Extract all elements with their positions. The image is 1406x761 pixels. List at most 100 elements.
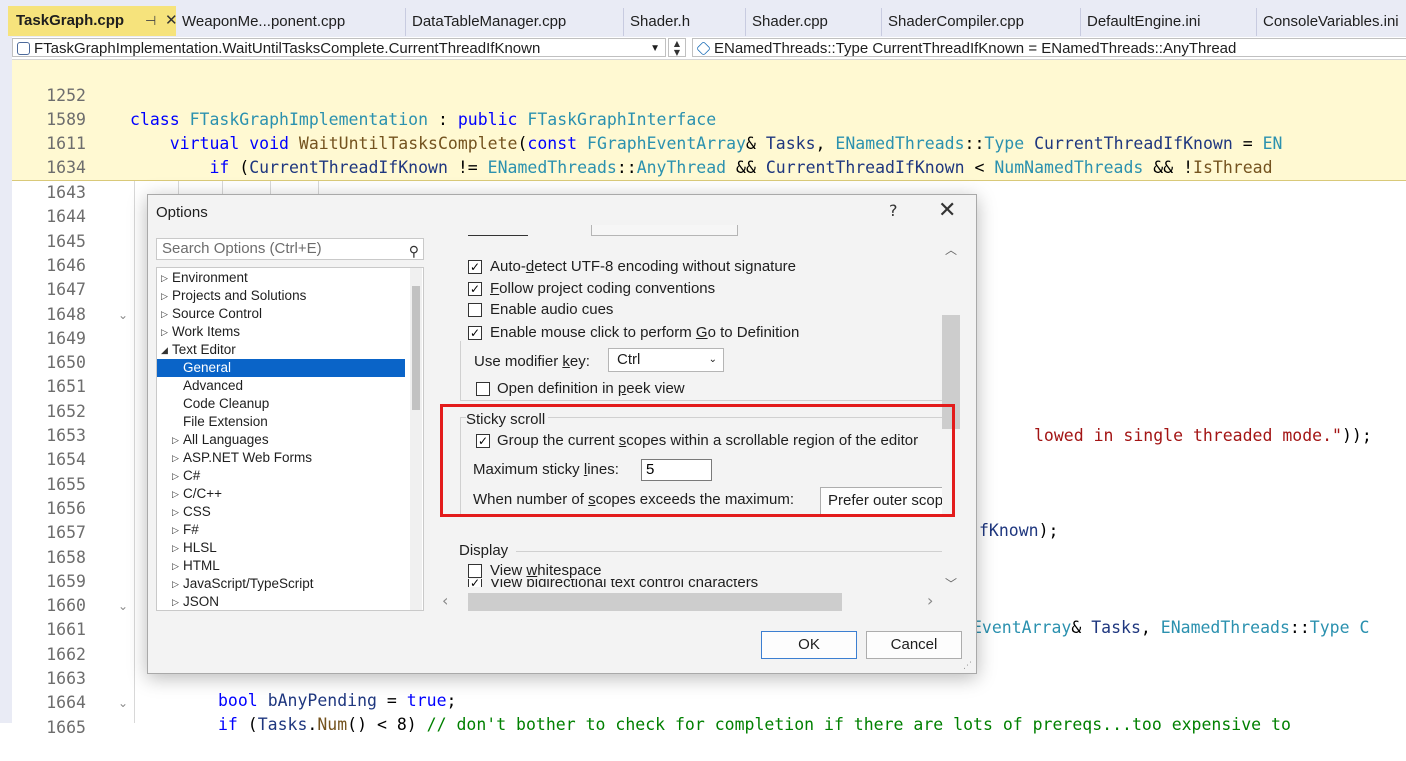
member-dropdown[interactable]: ENamedThreads::Type CurrentThreadIfKnown… bbox=[692, 38, 1406, 57]
line-number: 1649 bbox=[46, 328, 86, 348]
modifier-key-select[interactable]: Ctrl ⌄ bbox=[608, 348, 724, 372]
tree-item-label: Work Items bbox=[172, 324, 241, 339]
display-section-title: Display bbox=[459, 542, 509, 559]
collapsed-arrow-icon[interactable]: ▷ bbox=[172, 449, 179, 467]
checkbox-mouse-click-goto[interactable]: ✓ bbox=[468, 326, 482, 340]
sticky-line[interactable]: 1636 if (!FTaskGraphInterface::IsMultith… bbox=[12, 156, 1406, 225]
tab-label: Shader.cpp bbox=[752, 13, 828, 30]
collapsed-arrow-icon[interactable]: ▷ bbox=[172, 539, 179, 557]
collapsed-arrow-icon[interactable]: ▷ bbox=[161, 287, 168, 305]
checkbox-audio-cues[interactable] bbox=[468, 303, 482, 317]
collapsed-arrow-icon[interactable]: ▷ bbox=[161, 305, 168, 323]
settings-hscroll-thumb[interactable] bbox=[468, 593, 842, 611]
tree-item[interactable]: ▷ C# bbox=[157, 467, 405, 485]
collapsed-arrow-icon[interactable]: ▷ bbox=[172, 593, 179, 610]
sticky-scroll-highlight-box bbox=[440, 404, 955, 517]
tab-label: WeaponMe...ponent.cpp bbox=[182, 13, 346, 30]
pin-icon[interactable]: ⊣ bbox=[145, 6, 156, 36]
chevron-down-icon: ⌄ bbox=[708, 354, 717, 365]
collapsed-arrow-icon[interactable]: ▷ bbox=[172, 467, 179, 485]
tree-item[interactable]: ▷ Environment bbox=[157, 269, 405, 287]
collapsed-arrow-icon[interactable]: ▷ bbox=[172, 431, 179, 449]
tree-item-label: General bbox=[183, 360, 232, 375]
tree-item[interactable]: ▷ JavaScript/TypeScript bbox=[157, 575, 405, 593]
member-text: ENamedThreads::Type CurrentThreadIfKnown… bbox=[714, 40, 1237, 57]
options-tree[interactable]: ▷ Environment ▷ Projects and Solutions ▷ Sour… bbox=[156, 267, 424, 611]
scroll-right-icon[interactable]: › bbox=[927, 591, 933, 610]
settings-horizontal-scrollbar[interactable]: ‹ › bbox=[440, 591, 940, 611]
tab-label: DataTableManager.cpp bbox=[412, 13, 567, 30]
tree-item[interactable]: ▷ HLSL bbox=[157, 539, 405, 557]
tree-item[interactable]: ▷ Work Items bbox=[157, 323, 405, 341]
tree-item-label: F# bbox=[183, 522, 199, 537]
checkbox-view-whitespace[interactable] bbox=[468, 564, 482, 578]
cancel-button[interactable]: Cancel bbox=[866, 631, 962, 659]
scroll-down-icon[interactable]: ﹀ bbox=[945, 575, 957, 592]
scroll-left-icon[interactable]: ‹ bbox=[442, 591, 448, 610]
clipped-dropdown[interactable] bbox=[591, 225, 738, 236]
checkbox-auto-detect-utf8[interactable]: ✓ bbox=[468, 260, 482, 274]
tab-consolevariables-ini[interactable]: ConsoleVariables.ini bbox=[1257, 8, 1406, 36]
tree-scrollbar[interactable] bbox=[410, 268, 422, 610]
tree-item[interactable]: File Extension bbox=[157, 413, 405, 431]
editor-margin-strip bbox=[0, 37, 12, 723]
tree-item[interactable]: ▷ Projects and Solutions bbox=[157, 287, 405, 305]
help-icon[interactable]: ? bbox=[889, 201, 898, 220]
collapsed-arrow-icon[interactable]: ▷ bbox=[172, 557, 179, 575]
tree-item[interactable]: ▷ C/C++ bbox=[157, 485, 405, 503]
line-number: 1643 bbox=[46, 183, 86, 202]
tree-item[interactable]: General bbox=[157, 359, 405, 377]
sticky-line[interactable]: 1634 else bbox=[12, 132, 1406, 201]
tab-taskgraph-cpp[interactable]: TaskGraph.cpp ⊣ ✕ bbox=[8, 6, 176, 36]
tree-item-label: Projects and Solutions bbox=[172, 288, 307, 303]
checkbox-bidi-chars[interactable]: ✓ bbox=[468, 579, 482, 587]
sticky-scroll-header[interactable]: 1252 class FTaskGraphImplementation : pu… bbox=[12, 60, 1406, 225]
tree-item[interactable]: ▷ JSON bbox=[157, 593, 405, 610]
code-line[interactable]: if (Tasks.Num() < 8) // don't bother to … bbox=[12, 689, 1406, 734]
tree-item[interactable]: Advanced bbox=[157, 377, 405, 395]
search-input[interactable]: Search Options (Ctrl+E) ⚲ bbox=[156, 238, 424, 260]
collapsed-arrow-icon[interactable]: ▷ bbox=[161, 323, 168, 341]
sticky-line[interactable]: 1252 class FTaskGraphImplementation : pu… bbox=[12, 60, 1406, 129]
collapsed-arrow-icon[interactable]: ▷ bbox=[161, 269, 168, 287]
section-divider bbox=[516, 551, 946, 552]
tree-item[interactable]: Code Cleanup bbox=[157, 395, 405, 413]
tab-shader-cpp[interactable]: Shader.cpp bbox=[746, 8, 882, 36]
expanded-arrow-icon[interactable]: ◢ bbox=[161, 341, 168, 359]
split-toggle[interactable]: ▲ ▼ bbox=[668, 38, 686, 57]
clipped-bidi-row: ✓ View bidirectional text control charac… bbox=[446, 579, 962, 587]
tree-item-label: File Extension bbox=[183, 414, 268, 429]
collapsed-arrow-icon[interactable]: ▷ bbox=[172, 503, 179, 521]
tree-item[interactable]: ▷ Source Control bbox=[157, 305, 405, 323]
tab-shader-h[interactable]: Shader.h bbox=[624, 8, 746, 36]
tab-shadercompiler-cpp[interactable]: ShaderCompiler.cpp bbox=[882, 8, 1081, 36]
tree-scroll-thumb[interactable] bbox=[412, 286, 420, 410]
tab-datatablemanager-cpp[interactable]: DataTableManager.cpp bbox=[406, 8, 624, 36]
close-icon[interactable]: ✕ bbox=[938, 198, 956, 224]
tree-item[interactable]: ▷ CSS bbox=[157, 503, 405, 521]
line-number: 1644 bbox=[46, 207, 86, 227]
fold-toggle-icon[interactable]: ⌄ bbox=[118, 303, 128, 327]
collapsed-arrow-icon[interactable]: ▷ bbox=[172, 485, 179, 503]
scope-dropdown[interactable]: FTaskGraphImplementation.WaitUntilTasksC… bbox=[12, 38, 666, 57]
scroll-up-icon[interactable]: ︿ bbox=[945, 241, 957, 258]
checkbox-peek-view[interactable] bbox=[476, 382, 490, 396]
tab-defaultengine-ini[interactable]: DefaultEngine.ini bbox=[1081, 8, 1257, 36]
tree-item[interactable]: ▷ HTML bbox=[157, 557, 405, 575]
close-tab-icon[interactable]: ✕ bbox=[165, 6, 176, 36]
collapsed-arrow-icon[interactable]: ▷ bbox=[172, 521, 179, 539]
tree-item[interactable]: ◢ Text Editor bbox=[157, 341, 405, 359]
ok-button[interactable]: OK bbox=[761, 631, 857, 659]
checkbox-follow-conventions[interactable]: ✓ bbox=[468, 282, 482, 296]
member-icon bbox=[696, 41, 711, 56]
tab-weaponmeponent-cpp[interactable]: WeaponMe...ponent.cpp bbox=[176, 8, 406, 36]
sticky-line[interactable]: 1611 if (CurrentThreadIfKnown != ENamedT… bbox=[12, 108, 1406, 177]
line-number: 1651 bbox=[46, 377, 86, 397]
collapsed-arrow-icon[interactable]: ▷ bbox=[172, 575, 179, 593]
tree-item[interactable]: ▷ F# bbox=[157, 521, 405, 539]
sticky-line[interactable]: 1589 virtual void WaitUntilTasksComplete… bbox=[12, 84, 1406, 153]
line-number: 1645 bbox=[46, 231, 86, 251]
tree-item[interactable]: ▷ ASP.NET Web Forms bbox=[157, 449, 405, 467]
tree-item[interactable]: ▷ All Languages bbox=[157, 431, 405, 449]
resize-grip-icon[interactable]: ⋰ bbox=[963, 661, 972, 671]
